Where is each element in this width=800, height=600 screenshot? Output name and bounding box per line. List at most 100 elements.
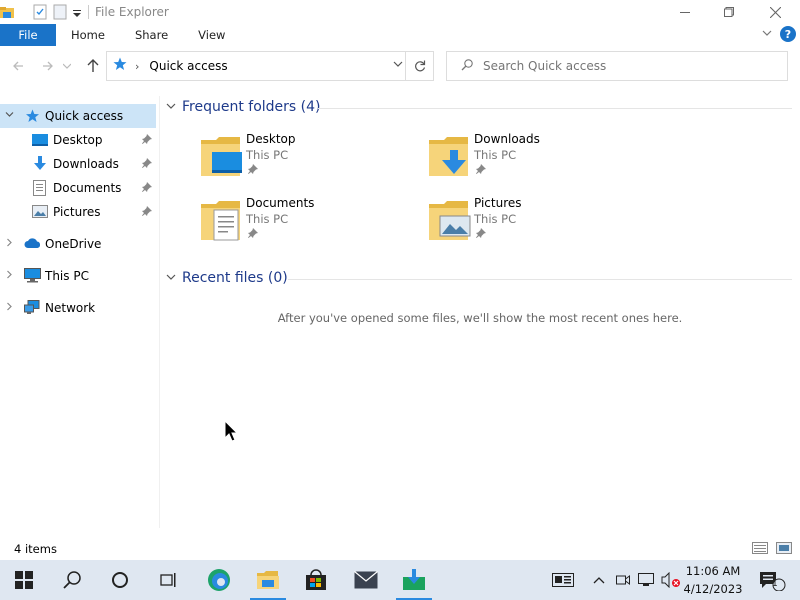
sidebar-item-label: Network: [45, 301, 96, 315]
folder-location: This PC: [246, 148, 289, 162]
network-status-icon[interactable]: [636, 560, 656, 600]
frequent-folders-header[interactable]: Frequent folders (4): [166, 99, 321, 115]
address-row: › Quick access: [0, 48, 800, 84]
documents-icon: [33, 180, 49, 196]
section-divider: [318, 108, 792, 109]
cloud-icon: [24, 238, 41, 252]
recent-files-header[interactable]: Recent files (0): [166, 270, 288, 286]
section-divider: [288, 279, 792, 280]
breadcrumb-chevron-icon[interactable]: ›: [135, 60, 139, 73]
documents-folder-icon: [200, 196, 242, 241]
pin-icon: [142, 181, 152, 195]
meet-now-icon[interactable]: [614, 560, 632, 600]
downloads-app-icon[interactable]: [390, 560, 438, 600]
microsoft-store-icon[interactable]: [292, 560, 340, 600]
sidebar-item-pictures[interactable]: Pictures: [0, 200, 156, 224]
computer-icon: [24, 268, 41, 283]
news-widget-icon[interactable]: [548, 560, 578, 600]
tab-home[interactable]: Home: [56, 24, 120, 46]
taskbar: 11:06 AM 4/12/2023 1: [0, 560, 800, 600]
expand-chevron-icon[interactable]: [5, 302, 14, 314]
show-hidden-icons-chevron-icon[interactable]: [590, 560, 608, 600]
refresh-button[interactable]: [405, 52, 433, 80]
close-button[interactable]: [752, 0, 798, 24]
folder-name: Desktop: [246, 132, 296, 146]
tab-share[interactable]: Share: [120, 24, 183, 46]
view-toggle: [752, 542, 792, 557]
title-bar: File Explorer: [0, 0, 800, 24]
star-icon: [25, 109, 41, 123]
system-clock[interactable]: 11:06 AM 4/12/2023: [678, 562, 748, 598]
back-button[interactable]: [6, 54, 30, 78]
up-button[interactable]: [81, 54, 105, 78]
pin-icon: [476, 228, 486, 241]
search-input[interactable]: [483, 59, 763, 73]
folder-location: This PC: [474, 212, 517, 226]
minimize-button[interactable]: [662, 0, 708, 24]
sidebar-item-label: This PC: [45, 269, 89, 283]
search-button[interactable]: [48, 560, 96, 600]
pin-icon: [248, 228, 258, 241]
folder-tile-documents[interactable]: Documents This PC: [200, 196, 400, 252]
section-title: Frequent folders (4): [182, 99, 321, 115]
new-folder-icon[interactable]: [52, 4, 68, 20]
customize-toolbar-icon[interactable]: [72, 4, 82, 20]
folder-name: Downloads: [474, 132, 540, 146]
properties-icon[interactable]: [32, 4, 48, 20]
collapse-chevron-icon[interactable]: [166, 272, 176, 285]
sidebar-item-quick-access[interactable]: Quick access: [0, 104, 156, 128]
collapse-chevron-icon[interactable]: [5, 110, 14, 122]
notification-count: 1: [772, 579, 778, 589]
tab-file[interactable]: File: [0, 24, 56, 46]
search-icon: [461, 58, 473, 74]
recent-locations-button[interactable]: [60, 54, 74, 78]
folder-tile-desktop[interactable]: Desktop This PC: [200, 132, 400, 188]
sidebar-item-label: Desktop: [53, 133, 103, 147]
large-icons-view-icon[interactable]: [776, 542, 792, 557]
expand-chevron-icon[interactable]: [5, 270, 14, 282]
window-title: File Explorer: [95, 5, 169, 19]
address-dropdown-icon[interactable]: [393, 58, 403, 73]
download-icon: [32, 156, 48, 170]
sidebar-item-documents[interactable]: Documents: [0, 176, 156, 200]
star-icon: [113, 57, 127, 75]
pin-icon: [142, 133, 152, 147]
folder-tile-pictures[interactable]: Pictures This PC: [428, 196, 628, 252]
file-explorer-taskbar-icon[interactable]: [244, 560, 292, 600]
sidebar-item-onedrive[interactable]: OneDrive: [0, 232, 156, 256]
details-view-icon[interactable]: [752, 542, 768, 557]
navigation-pane: Quick access Desktop Downloads Documents: [0, 96, 156, 528]
status-bar: 4 items: [0, 538, 800, 560]
task-view-button[interactable]: [144, 560, 192, 600]
maximize-button[interactable]: [706, 0, 752, 24]
item-count: 4 items: [14, 542, 57, 556]
search-box[interactable]: [446, 51, 788, 81]
help-icon[interactable]: ?: [780, 26, 796, 42]
desktop-icon: [32, 133, 48, 147]
file-explorer-icon: [0, 4, 16, 20]
sidebar-item-network[interactable]: Network: [0, 296, 156, 320]
sidebar-item-this-pc[interactable]: This PC: [0, 264, 156, 288]
forward-button[interactable]: [36, 54, 60, 78]
quick-access-toolbar: [0, 0, 82, 24]
expand-chevron-icon[interactable]: [5, 238, 14, 250]
tab-view[interactable]: View: [183, 24, 240, 46]
start-button[interactable]: [0, 560, 48, 600]
sidebar-item-downloads[interactable]: Downloads: [0, 152, 156, 176]
empty-recent-message: After you've opened some files, we'll sh…: [277, 311, 683, 325]
cortana-button[interactable]: [96, 560, 144, 600]
clock-time: 11:06 AM: [685, 564, 741, 578]
pictures-folder-icon: [428, 196, 471, 240]
expand-ribbon-icon[interactable]: [762, 27, 772, 41]
notification-center-icon[interactable]: 1: [752, 560, 792, 600]
mail-icon[interactable]: [342, 560, 390, 600]
folder-tile-downloads[interactable]: Downloads This PC: [428, 132, 628, 188]
breadcrumb[interactable]: Quick access: [149, 59, 227, 73]
sidebar-item-desktop[interactable]: Desktop: [0, 128, 156, 152]
address-bar[interactable]: › Quick access: [106, 51, 434, 81]
pin-icon: [142, 205, 152, 219]
section-title: Recent files (0): [182, 270, 288, 286]
edge-icon[interactable]: [195, 560, 243, 600]
title-separator: [88, 5, 89, 19]
collapse-chevron-icon[interactable]: [166, 101, 176, 114]
